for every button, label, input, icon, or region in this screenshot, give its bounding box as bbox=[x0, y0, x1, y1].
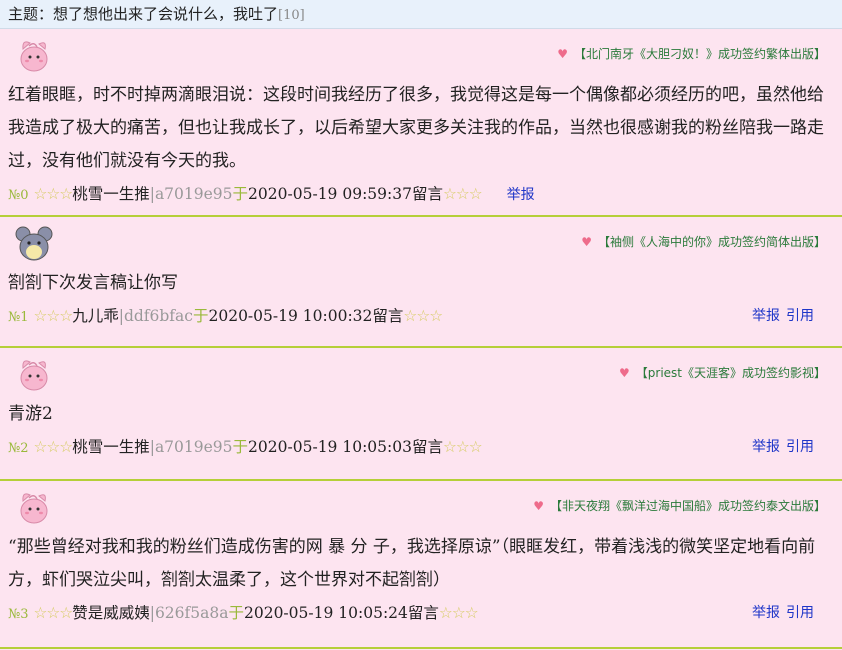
heart-icon: ♥ bbox=[581, 235, 592, 249]
floor-number: №0 bbox=[8, 188, 29, 203]
star-rating-right[interactable]: ☆☆☆ bbox=[443, 438, 483, 456]
sponsored-link-text: 【非天夜翔《飘洋过海中国船》成功签约泰文出版】 bbox=[549, 499, 826, 513]
floor-number: №3 bbox=[8, 607, 29, 622]
post-0: ♥ 【北门南牙《大胆刁奴！》成功签约繁体出版】 红着眼眶，时不时掉两滴眼泪说：这段… bbox=[0, 29, 842, 217]
sponsored-link-text: 【priest《天涯客》成功签约影视】 bbox=[635, 366, 826, 380]
reply-count: [10] bbox=[278, 8, 305, 23]
sponsored-link[interactable]: ♥ 【北门南牙《大胆刁奴！》成功签约繁体出版】 bbox=[557, 45, 826, 62]
post-content: 劄劄下次发言稿让你写 bbox=[8, 273, 178, 293]
pink-creature-avatar bbox=[14, 35, 54, 75]
star-rating-right[interactable]: ☆☆☆ bbox=[443, 185, 483, 203]
username: 桃雪一生推 bbox=[72, 438, 150, 456]
username: 九儿乖 bbox=[72, 307, 119, 325]
star-rating-left[interactable]: ☆☆☆ bbox=[34, 604, 74, 622]
timestamp: 2020-05-19 10:00:32 bbox=[208, 307, 373, 325]
thread-title: 想了想他出来了会说什么，我吐了 bbox=[53, 5, 279, 23]
thread-title-prefix: 主题： bbox=[8, 5, 54, 23]
quote-button[interactable]: 引用 bbox=[786, 308, 814, 324]
post-meta: №2 ☆☆☆桃雪一生推|a7019e95于2020-05-19 10:05:03… bbox=[8, 431, 834, 463]
post-content: 青游2 bbox=[8, 404, 53, 424]
report-button[interactable]: 举报 bbox=[507, 187, 535, 203]
post-meta: №0 ☆☆☆桃雪一生推|a7019e95于2020-05-19 09:59:37… bbox=[8, 178, 834, 210]
post-content: “那些曾经对我和我的粉丝们造成伤害的网 暴 分 子，我选择原谅”（眼眶发红，带着… bbox=[8, 537, 816, 590]
quote-button[interactable]: 引用 bbox=[786, 605, 814, 621]
at-label: 于 bbox=[228, 604, 244, 622]
star-rating-left[interactable]: ☆☆☆ bbox=[34, 307, 74, 325]
timestamp: 2020-05-19 10:05:03 bbox=[248, 438, 412, 456]
sponsored-link[interactable]: ♥ 【priest《天涯客》成功签约影视】 bbox=[619, 364, 826, 381]
star-rating-right[interactable]: ☆☆☆ bbox=[439, 604, 479, 622]
timestamp: 2020-05-19 10:05:24 bbox=[243, 604, 408, 622]
mouse-avatar bbox=[14, 223, 54, 263]
pink-creature-avatar bbox=[14, 354, 54, 394]
at-label: 于 bbox=[232, 438, 249, 456]
reply-label: 留言 bbox=[411, 438, 443, 456]
star-rating-right[interactable]: ☆☆☆ bbox=[403, 307, 443, 325]
reply-label: 留言 bbox=[411, 185, 443, 203]
thread-header: 主题：想了想他出来了会说什么，我吐了[10] bbox=[0, 0, 842, 29]
at-label: 于 bbox=[192, 307, 209, 325]
at-label: 于 bbox=[232, 185, 249, 203]
post-3: ♥ 【非天夜翔《飘洋过海中国船》成功签约泰文出版】 “那些曾经对我和我的粉丝们造成… bbox=[0, 481, 842, 649]
reply-label: 留言 bbox=[372, 307, 404, 325]
quote-button[interactable]: 引用 bbox=[786, 439, 814, 455]
report-button[interactable]: 举报 bbox=[752, 439, 780, 455]
sponsored-link-text: 【袖侧《人海中的你》成功签约简体出版】 bbox=[597, 235, 826, 249]
star-rating-left[interactable]: ☆☆☆ bbox=[34, 438, 74, 456]
heart-icon: ♥ bbox=[533, 499, 544, 513]
heart-icon: ♥ bbox=[619, 366, 630, 380]
post-2: ♥ 【priest《天涯客》成功签约影视】 青游2 №2 ☆☆☆桃雪一生推|a70… bbox=[0, 348, 842, 481]
floor-number: №1 bbox=[8, 310, 29, 325]
post-meta: №1 ☆☆☆九儿乖|ddf6bfac于2020-05-19 10:00:32留言… bbox=[8, 300, 834, 332]
floor-number: №2 bbox=[8, 441, 29, 456]
username: 赞是威威姨 bbox=[72, 604, 150, 622]
pink-creature-avatar bbox=[14, 487, 54, 527]
sponsored-link[interactable]: ♥ 【袖侧《人海中的你》成功签约简体出版】 bbox=[581, 233, 826, 250]
post-1: ♥ 【袖侧《人海中的你》成功签约简体出版】 劄劄下次发言稿让你写 №1 ☆☆☆九儿… bbox=[0, 217, 842, 348]
heart-icon: ♥ bbox=[557, 47, 568, 61]
user-hash: |a7019e95 bbox=[149, 185, 233, 203]
timestamp: 2020-05-19 09:59:37 bbox=[248, 185, 412, 203]
post-content: 红着眼眶，时不时掉两滴眼泪说：这段时间我经历了很多，我觉得这是每一个偶像都必须经… bbox=[8, 85, 824, 171]
report-button[interactable]: 举报 bbox=[752, 308, 780, 324]
user-hash: |a7019e95 bbox=[149, 438, 233, 456]
sponsored-link[interactable]: ♥ 【非天夜翔《飘洋过海中国船》成功签约泰文出版】 bbox=[533, 497, 826, 514]
username: 桃雪一生推 bbox=[72, 185, 150, 203]
reply-label: 留言 bbox=[407, 604, 439, 622]
user-hash: |ddf6bfac bbox=[118, 307, 193, 325]
post-meta: №3 ☆☆☆赞是威威姨|626f5a8a于2020-05-19 10:05:24… bbox=[8, 597, 834, 629]
star-rating-left[interactable]: ☆☆☆ bbox=[34, 185, 74, 203]
report-button[interactable]: 举报 bbox=[752, 605, 780, 621]
user-hash: |626f5a8a bbox=[149, 604, 229, 622]
sponsored-link-text: 【北门南牙《大胆刁奴！》成功签约繁体出版】 bbox=[573, 47, 826, 61]
